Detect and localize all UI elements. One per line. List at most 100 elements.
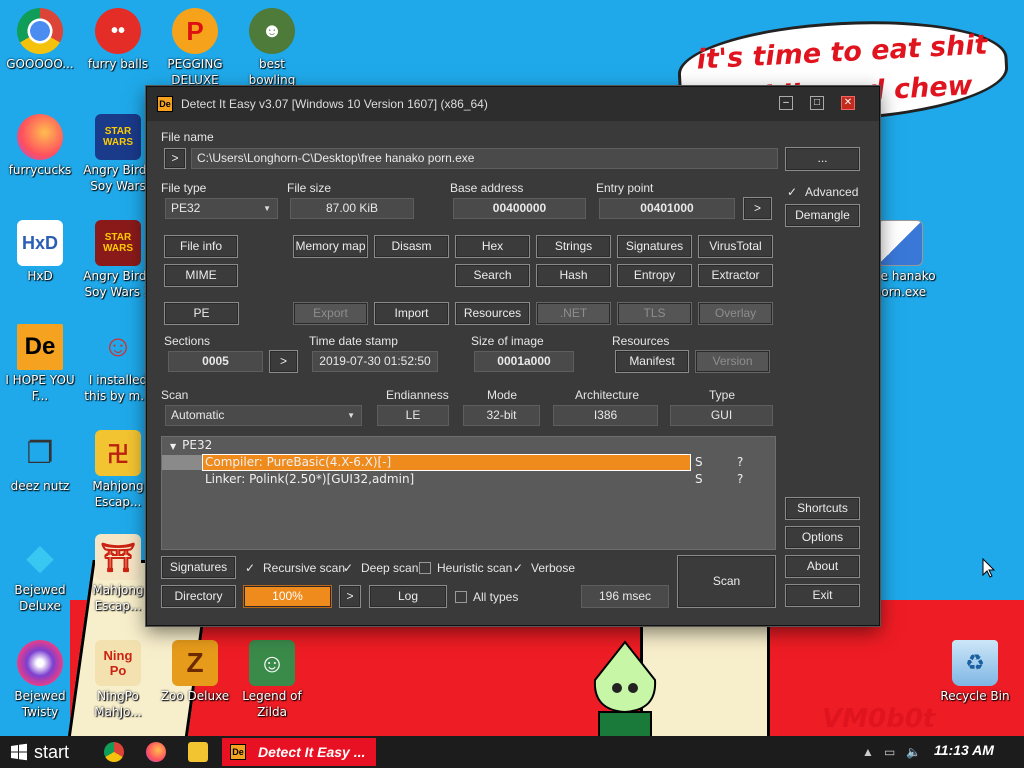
compiler-info[interactable]: ? bbox=[737, 454, 743, 471]
desktop-icon-mahjong[interactable]: 卍 Mahjong Escap... bbox=[80, 430, 156, 510]
file-path-field[interactable]: C:\Users\Longhorn-C\Desktop\free hanako … bbox=[191, 148, 778, 169]
file-type-select[interactable]: PE32 bbox=[165, 198, 278, 219]
scan-results-tree[interactable]: ▼ PE32 Compiler: PureBasic(4.X-6.X)[-] S … bbox=[161, 436, 776, 550]
file-type-label: File type bbox=[161, 181, 207, 195]
close-button[interactable]: ✕ bbox=[841, 96, 855, 110]
desktop-icon-firefox[interactable]: furrycucks bbox=[2, 114, 78, 178]
browse-button[interactable]: ... bbox=[785, 147, 860, 171]
volume-icon[interactable]: 🔈 bbox=[906, 745, 921, 759]
version-button[interactable]: Version bbox=[695, 350, 770, 373]
die-taskbar-button[interactable]: De Detect It Easy ... bbox=[222, 738, 376, 766]
options-button[interactable]: Options bbox=[785, 526, 860, 549]
deep-scan-checkbox[interactable]: ✓ Deep scan bbox=[343, 561, 418, 575]
desktop-icon-bejeweled-twist[interactable]: Bejewed Twisty bbox=[2, 640, 78, 720]
detect-it-easy-window: De Detect It Easy v3.07 [Windows 10 Vers… bbox=[146, 86, 880, 626]
file-size-field: 87.00 KiB bbox=[290, 198, 414, 219]
entropy-button[interactable]: Entropy bbox=[617, 264, 692, 287]
tree-collapse-icon[interactable]: ▼ bbox=[170, 442, 176, 451]
virustotal-button[interactable]: VirusTotal bbox=[698, 235, 773, 258]
desktop-icon-bejeweled[interactable]: ◆ Bejewed Deluxe bbox=[2, 534, 78, 614]
desktop-icon-hxd[interactable]: HxD HxD bbox=[2, 220, 78, 284]
twist-gem-icon bbox=[17, 640, 63, 686]
angry-birds-star-wars-2-icon: STAR WARS bbox=[95, 220, 141, 266]
dotnet-button[interactable]: .NET bbox=[536, 302, 611, 325]
desktop-icon-chrome[interactable]: GOOOOO... bbox=[2, 8, 78, 72]
log-button[interactable]: Log bbox=[369, 585, 447, 608]
demangle-button[interactable]: Demangle bbox=[785, 204, 860, 227]
scan-mode-select[interactable]: Automatic bbox=[165, 405, 362, 426]
tray-chevron-icon[interactable]: ▲ bbox=[862, 745, 874, 759]
advanced-checkbox[interactable]: ✓ Advanced bbox=[787, 185, 858, 199]
about-button[interactable]: About bbox=[785, 555, 860, 578]
signatures-button[interactable]: Signatures bbox=[617, 235, 692, 258]
tree-row-linker[interactable]: Linker: Polink(2.50*)[GUI32,admin] S ? bbox=[162, 471, 777, 488]
pe-button[interactable]: PE bbox=[164, 302, 239, 325]
export-button[interactable]: Export bbox=[293, 302, 368, 325]
tls-button[interactable]: TLS bbox=[617, 302, 692, 325]
zelda-icon: ☺ bbox=[249, 640, 295, 686]
desktop-icon-die[interactable]: De I HOPE YOU F... bbox=[2, 324, 78, 404]
all-types-checkbox[interactable]: All types bbox=[455, 590, 518, 604]
disasm-button[interactable]: Disasm bbox=[374, 235, 449, 258]
firefox-taskbar-icon[interactable] bbox=[146, 742, 166, 762]
desktop-icon-zoo-deluxe[interactable]: Z Zoo Deluxe bbox=[157, 640, 233, 704]
recycle-bin-icon: ♻ bbox=[952, 640, 998, 686]
sections-goto-button[interactable]: > bbox=[269, 350, 298, 373]
desktop-icon-ningpo[interactable]: Ning Po NingPo MahJo... bbox=[80, 640, 156, 720]
file-history-arrow-button[interactable]: > bbox=[164, 148, 186, 169]
bowling-icon: ☻ bbox=[249, 8, 295, 54]
strings-button[interactable]: Strings bbox=[536, 235, 611, 258]
mahjong-icon: 卍 bbox=[95, 430, 141, 476]
desktop-icon-furry-balls[interactable]: •• furry balls bbox=[80, 8, 156, 72]
search-button[interactable]: Search bbox=[455, 264, 530, 287]
tree-root-row[interactable]: ▼ PE32 bbox=[170, 437, 212, 454]
desktop-icon-zilda[interactable]: ☺ Legend of Zilda bbox=[234, 640, 310, 720]
minimize-button[interactable]: – bbox=[779, 96, 793, 110]
file-info-button[interactable]: File info bbox=[164, 235, 238, 258]
desktop-icon-pegging[interactable]: P PEGGING DELUXE bbox=[157, 8, 233, 88]
gem-icon: ◆ bbox=[26, 536, 54, 577]
memory-map-button[interactable]: Memory map bbox=[293, 235, 368, 258]
scan-button[interactable]: Scan bbox=[677, 555, 776, 608]
extractor-button[interactable]: Extractor bbox=[698, 264, 773, 287]
desktop-icon-mahjong-2[interactable]: ⛩ Mahjong Escap... bbox=[80, 534, 156, 614]
hash-button[interactable]: Hash bbox=[536, 264, 611, 287]
taskbar-clock[interactable]: 11:13 AM bbox=[934, 742, 994, 758]
title-bar[interactable]: De Detect It Easy v3.07 [Windows 10 Vers… bbox=[147, 87, 879, 121]
installer-icon bbox=[877, 220, 923, 266]
hex-button[interactable]: Hex bbox=[455, 235, 530, 258]
verbose-checkbox[interactable]: ✓ Verbose bbox=[513, 561, 575, 575]
desktop-icon-recycle-bin[interactable]: ♻ Recycle Bin bbox=[937, 640, 1013, 704]
desktop-icon-deez-nutz[interactable]: ❐ deez nutz bbox=[2, 430, 78, 494]
tree-row-compiler[interactable]: Compiler: PureBasic(4.X-6.X)[-] S ? bbox=[162, 454, 777, 471]
desktop-icon-angry-birds[interactable]: STAR WARS Angry Birds Soy Wars bbox=[80, 114, 156, 194]
overlay-button[interactable]: Overlay bbox=[698, 302, 773, 325]
die-taskbar-icon: De bbox=[230, 744, 246, 760]
maximize-button[interactable]: □ bbox=[810, 96, 824, 110]
desktop-icon-installed[interactable]: ☺ I installed this by m... bbox=[80, 324, 156, 404]
hxd-icon: HxD bbox=[17, 220, 63, 266]
mime-button[interactable]: MIME bbox=[164, 264, 238, 287]
start-button[interactable]: start bbox=[4, 738, 90, 766]
exit-button[interactable]: Exit bbox=[785, 584, 860, 607]
resources-button[interactable]: Resources bbox=[455, 302, 530, 325]
network-icon[interactable]: ▭ bbox=[884, 745, 895, 759]
desktop-icon-angry-birds-2[interactable]: STAR WARS Angry Birds Soy Wars 2 bbox=[80, 220, 156, 300]
directory-button[interactable]: Directory bbox=[161, 585, 236, 608]
linker-info[interactable]: ? bbox=[737, 471, 743, 488]
chrome-icon bbox=[17, 8, 63, 54]
chrome-taskbar-icon[interactable] bbox=[104, 742, 124, 762]
linker-status: S bbox=[695, 472, 703, 486]
signatures-bottom-button[interactable]: Signatures bbox=[161, 556, 236, 579]
recursive-scan-checkbox[interactable]: ✓ Recursive scan bbox=[245, 561, 345, 575]
heuristic-scan-checkbox[interactable]: Heuristic scan bbox=[419, 561, 512, 575]
desktop-icon-bowling[interactable]: ☻ best bowling game of al... bbox=[234, 8, 310, 90]
shortcuts-button[interactable]: Shortcuts bbox=[785, 497, 860, 520]
architecture-field: I386 bbox=[553, 405, 658, 426]
import-button[interactable]: Import bbox=[374, 302, 449, 325]
entry-point-goto-button[interactable]: > bbox=[743, 197, 772, 220]
ningpo-icon: Ning Po bbox=[95, 640, 141, 686]
file-explorer-taskbar-icon[interactable] bbox=[188, 742, 208, 762]
manifest-button[interactable]: Manifest bbox=[615, 350, 689, 373]
progress-more-button[interactable]: > bbox=[339, 585, 361, 608]
